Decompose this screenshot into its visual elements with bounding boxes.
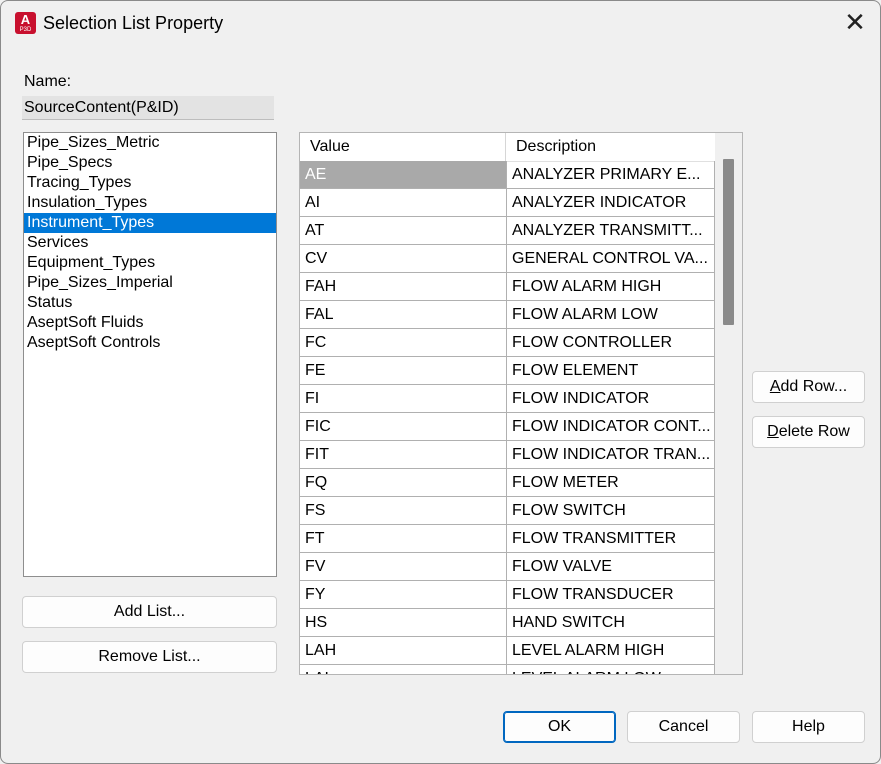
value-cell[interactable]: LAH [300, 637, 507, 665]
selection-list-property-dialog: A P3D Selection List Property ✕ Name: So… [0, 0, 881, 764]
list-item[interactable]: Equipment_Types [24, 253, 276, 273]
description-cell[interactable]: FLOW ALARM LOW [507, 301, 715, 329]
name-label: Name: [24, 73, 72, 90]
table-row[interactable]: FS FLOW SWITCH [300, 497, 715, 525]
table-row[interactable]: AI ANALYZER INDICATOR [300, 189, 715, 217]
table-row[interactable]: FI FLOW INDICATOR [300, 385, 715, 413]
delete-row-button[interactable]: Delete Row [752, 416, 865, 448]
app-icon-sub: P3D [19, 27, 32, 33]
list-item[interactable]: Instrument_Types [24, 213, 276, 233]
description-cell[interactable]: FLOW SWITCH [507, 497, 715, 525]
value-cell[interactable]: FV [300, 553, 507, 581]
remove-list-button[interactable]: Remove List... [22, 641, 277, 673]
table-row[interactable]: LAH LEVEL ALARM HIGH [300, 637, 715, 665]
table-row[interactable]: FY FLOW TRANSDUCER [300, 581, 715, 609]
window-title: Selection List Property [43, 13, 224, 33]
add-list-button[interactable]: Add List... [22, 596, 277, 628]
delete-row-mnemonic: D [767, 423, 779, 440]
table-row[interactable]: AE ANALYZER PRIMARY E... [300, 161, 715, 189]
table-row[interactable]: FIC FLOW INDICATOR CONT... [300, 413, 715, 441]
description-cell[interactable]: FLOW METER [507, 469, 715, 497]
description-cell[interactable]: FLOW TRANSDUCER [507, 581, 715, 609]
table-row[interactable]: CV GENERAL CONTROL VA... [300, 245, 715, 273]
value-cell[interactable]: AE [300, 161, 507, 189]
name-field: SourceContent(P&ID) [22, 96, 274, 120]
cancel-button[interactable]: Cancel [627, 711, 740, 743]
table-row[interactable]: HS HAND SWITCH [300, 609, 715, 637]
table-row[interactable]: FAL FLOW ALARM LOW [300, 301, 715, 329]
column-header-description[interactable]: Description [507, 133, 715, 161]
description-cell[interactable]: LEVEL ALARM LOW [507, 665, 715, 674]
list-item[interactable]: Pipe_Sizes_Metric [24, 133, 276, 153]
add-row-button[interactable]: Add Row... [752, 371, 865, 403]
list-item[interactable]: Pipe_Sizes_Imperial [24, 273, 276, 293]
description-cell[interactable]: GENERAL CONTROL VA... [507, 245, 715, 273]
value-cell[interactable]: HS [300, 609, 507, 637]
value-cell[interactable]: FIT [300, 441, 507, 469]
description-cell[interactable]: ANALYZER TRANSMITT... [507, 217, 715, 245]
description-cell[interactable]: LEVEL ALARM HIGH [507, 637, 715, 665]
list-item[interactable]: Status [24, 293, 276, 313]
table-row[interactable]: LALLEVEL ALARM LOW [300, 665, 715, 674]
table-row[interactable]: AT ANALYZER TRANSMITT... [300, 217, 715, 245]
table-row[interactable]: FT FLOW TRANSMITTER [300, 525, 715, 553]
list-item[interactable]: Services [24, 233, 276, 253]
autocad-plant3d-icon: A P3D [15, 12, 36, 34]
list-item[interactable]: AseptSoft Controls [24, 333, 276, 353]
description-cell[interactable]: FLOW ELEMENT [507, 357, 715, 385]
list-item[interactable]: Pipe_Specs [24, 153, 276, 173]
value-cell[interactable]: FS [300, 497, 507, 525]
delete-row-label: elete Row [778, 423, 850, 440]
value-cell[interactable]: FE [300, 357, 507, 385]
list-item[interactable]: Tracing_Types [24, 173, 276, 193]
close-icon[interactable]: ✕ [839, 9, 871, 37]
title-bar[interactable]: A P3D Selection List Property ✕ [1, 1, 880, 45]
help-button[interactable]: Help [752, 711, 865, 743]
list-item[interactable]: AseptSoft Fluids [24, 313, 276, 333]
value-cell[interactable]: FIC [300, 413, 507, 441]
value-cell[interactable]: FI [300, 385, 507, 413]
table-row[interactable]: FQ FLOW METER [300, 469, 715, 497]
values-grid: Value Description AE ANALYZER PRIMARY E..… [299, 132, 743, 675]
value-cell[interactable]: FT [300, 525, 507, 553]
add-row-mnemonic: A [769, 378, 781, 395]
description-cell[interactable]: FLOW TRANSMITTER [507, 525, 715, 553]
scrollbar-thumb[interactable] [723, 159, 734, 325]
values-table[interactable]: Value Description AE ANALYZER PRIMARY E..… [300, 133, 715, 674]
selection-lists-listbox[interactable]: Pipe_Sizes_Metric Pipe_Specs Tracing_Types… [23, 132, 277, 577]
column-header-value[interactable]: Value [300, 133, 506, 161]
description-cell[interactable]: FLOW INDICATOR CONT... [507, 413, 715, 441]
value-cell[interactable]: FQ [300, 469, 507, 497]
app-icon-letter: A [20, 12, 31, 27]
table-row[interactable]: FV FLOW VALVE [300, 553, 715, 581]
description-cell[interactable]: FLOW VALVE [507, 553, 715, 581]
value-cell[interactable]: CV [300, 245, 507, 273]
description-cell[interactable]: FLOW INDICATOR TRAN... [507, 441, 715, 469]
value-cell[interactable]: LAL [300, 665, 507, 674]
description-cell[interactable]: FLOW CONTROLLER [507, 329, 715, 357]
value-cell[interactable]: FAH [300, 273, 507, 301]
value-cell[interactable]: FAL [300, 301, 507, 329]
description-cell[interactable]: FLOW ALARM HIGH [507, 273, 715, 301]
description-cell[interactable]: ANALYZER INDICATOR [507, 189, 715, 217]
value-cell[interactable]: FY [300, 581, 507, 609]
value-cell[interactable]: FC [300, 329, 507, 357]
add-row-label: dd Row... [780, 378, 848, 395]
table-row[interactable]: FAH FLOW ALARM HIGH [300, 273, 715, 301]
grid-header: Value Description [300, 133, 715, 162]
list-item[interactable]: Insulation_Types [24, 193, 276, 213]
ok-button[interactable]: OK [503, 711, 616, 743]
value-cell[interactable]: AT [300, 217, 507, 245]
vertical-scrollbar[interactable] [715, 133, 742, 674]
table-row[interactable]: FC FLOW CONTROLLER [300, 329, 715, 357]
description-cell[interactable]: HAND SWITCH [507, 609, 715, 637]
table-row[interactable]: FE FLOW ELEMENT [300, 357, 715, 385]
value-cell[interactable]: AI [300, 189, 507, 217]
description-cell[interactable]: FLOW INDICATOR [507, 385, 715, 413]
description-cell[interactable]: ANALYZER PRIMARY E... [507, 161, 715, 189]
table-row[interactable]: FIT FLOW INDICATOR TRAN... [300, 441, 715, 469]
